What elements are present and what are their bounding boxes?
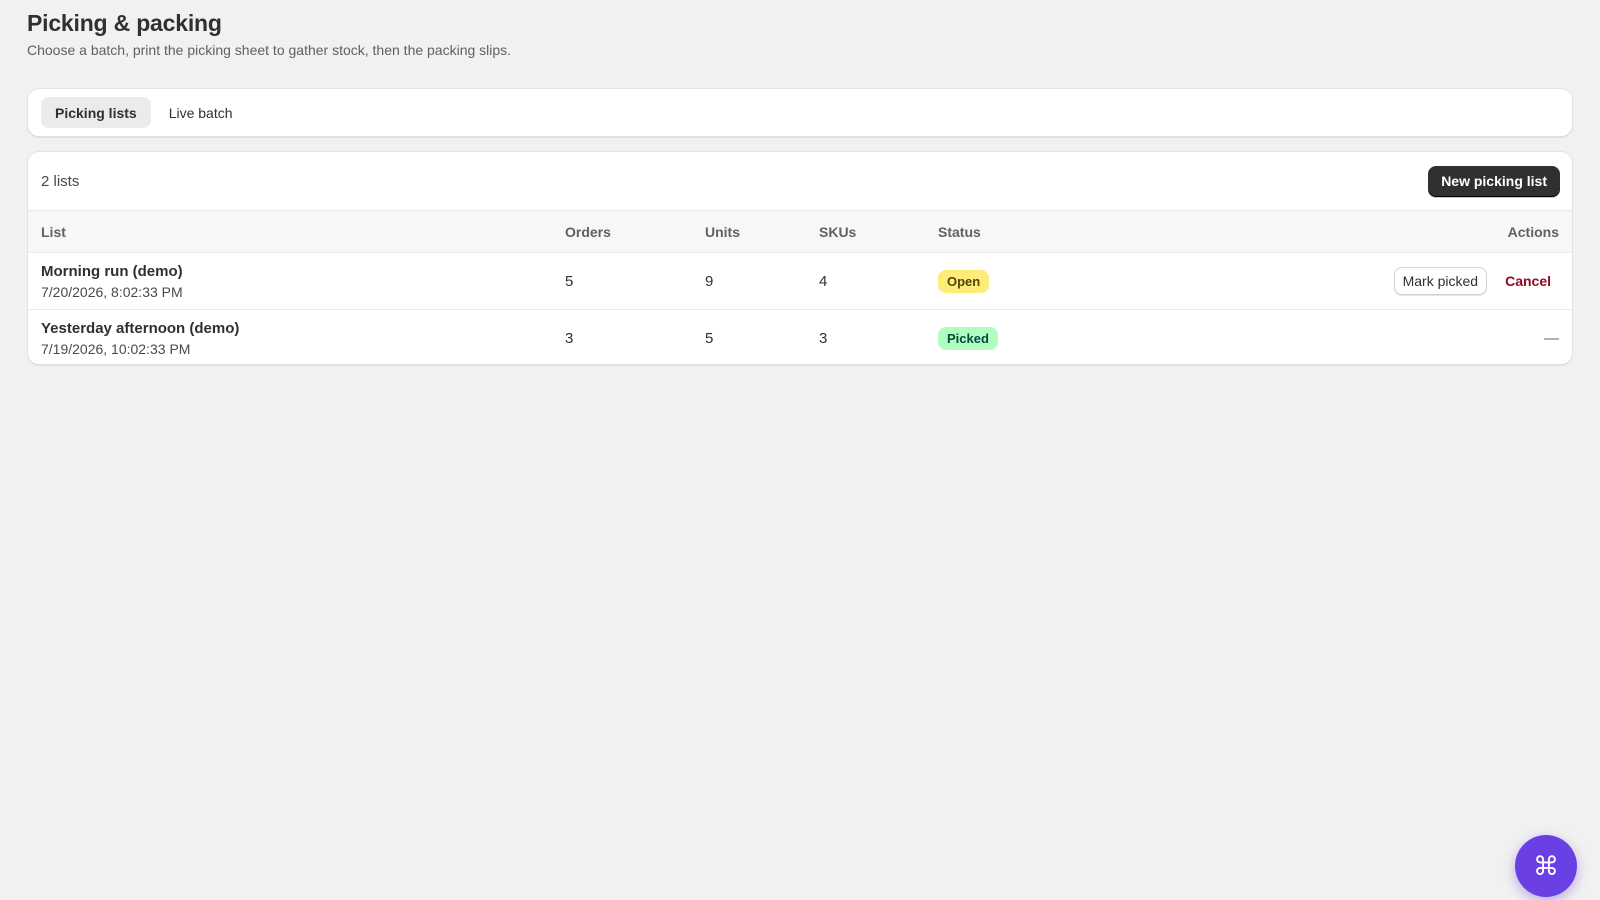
new-picking-list-button[interactable]: New picking list <box>1428 165 1560 197</box>
actions-cell: Mark picked Cancel <box>1318 253 1572 310</box>
tab-picking-lists[interactable]: Picking lists <box>41 97 151 128</box>
list-date: 7/19/2026, 10:02:33 PM <box>41 340 191 357</box>
units-cell: 5 <box>705 329 714 347</box>
tab-live-batch[interactable]: Live batch <box>155 97 247 128</box>
units-cell: 9 <box>705 272 714 290</box>
table-row[interactable]: Morning run (demo) 7/20/2026, 8:02:33 PM… <box>28 253 1572 310</box>
page-title: Picking & packing <box>27 10 222 36</box>
table-row[interactable]: Yesterday afternoon (demo) 7/19/2026, 10… <box>28 310 1572 365</box>
command-icon: ⌘ <box>1533 850 1559 881</box>
list-date: 7/20/2026, 8:02:33 PM <box>41 283 183 300</box>
table-header-row: List Orders Units SKUs Status Actions <box>28 210 1572 253</box>
status-badge: Open <box>938 269 990 293</box>
column-header-list[interactable]: List <box>28 211 565 253</box>
no-actions-placeholder: — <box>1544 329 1559 347</box>
cancel-button[interactable]: Cancel <box>1505 273 1551 289</box>
column-header-status[interactable]: Status <box>938 211 1318 253</box>
orders-cell: 5 <box>565 272 574 290</box>
list-name[interactable]: Yesterday afternoon (demo) <box>41 320 565 337</box>
row-actions: Mark picked Cancel <box>1393 267 1559 295</box>
status-badge: Picked <box>938 326 998 350</box>
column-header-orders[interactable]: Orders <box>565 211 705 253</box>
tabs-bar: Picking lists Live batch <box>27 88 1573 137</box>
list-count: 2 lists <box>41 172 80 190</box>
list-name[interactable]: Morning run (demo) <box>41 263 565 280</box>
status-cell: Open <box>938 253 1318 310</box>
list-cell: Yesterday afternoon (demo) 7/19/2026, 10… <box>28 310 565 365</box>
actions-cell: — <box>1318 310 1572 365</box>
picking-lists-table: List Orders Units SKUs Status Actions Mo… <box>28 210 1572 365</box>
picking-lists-card: 2 lists New picking list List Orders Uni… <box>27 151 1573 365</box>
status-cell: Picked <box>938 310 1318 365</box>
skus-cell: 4 <box>819 272 828 290</box>
list-cell: Morning run (demo) 7/20/2026, 8:02:33 PM <box>28 253 565 310</box>
skus-cell: 3 <box>819 329 828 347</box>
page-subtitle: Choose a batch, print the picking sheet … <box>27 42 512 58</box>
page-header: Picking & packing Choose a batch, print … <box>27 10 511 58</box>
column-header-units[interactable]: Units <box>705 211 819 253</box>
card-toolbar: 2 lists New picking list <box>28 152 1572 210</box>
orders-cell: 3 <box>565 329 574 347</box>
command-palette-button[interactable]: ⌘ <box>1515 835 1577 897</box>
column-header-actions: Actions <box>1507 223 1559 240</box>
column-header-skus[interactable]: SKUs <box>819 211 938 253</box>
mark-picked-button[interactable]: Mark picked <box>1393 267 1488 295</box>
